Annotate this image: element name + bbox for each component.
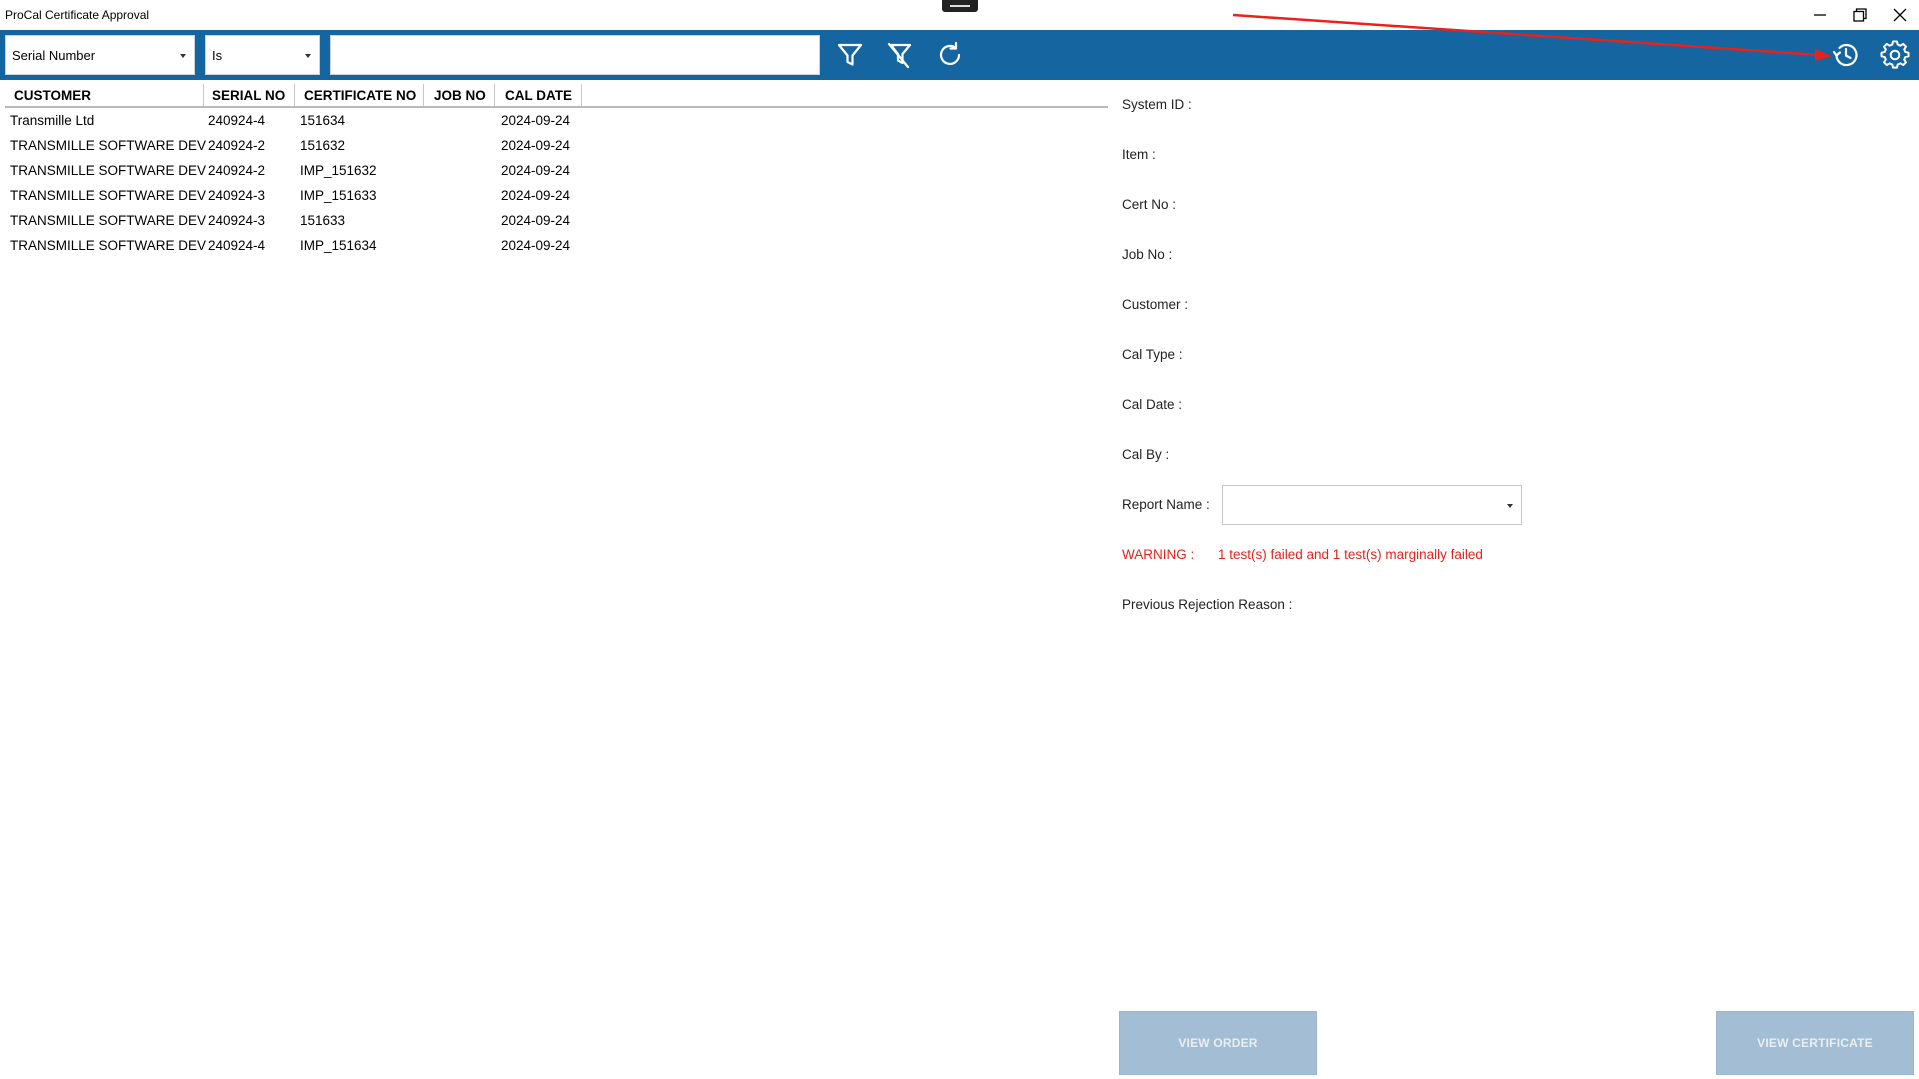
cell-customer: Transmille Ltd xyxy=(10,113,95,128)
clear-filter-button[interactable] xyxy=(884,39,916,71)
cell-customer: TRANSMILLE SOFTWARE DEV xyxy=(10,238,207,253)
filter-icon xyxy=(837,43,863,66)
customer-label: Customer : xyxy=(1122,297,1189,312)
cal-by-label: Cal By : xyxy=(1122,447,1170,462)
cal-type-label: Cal Type : xyxy=(1122,347,1183,362)
warning-label: WARNING : xyxy=(1122,547,1195,562)
cell-serial-no: 240924-2 xyxy=(208,163,266,178)
close-button[interactable] xyxy=(1880,0,1919,30)
cell-certificate-no: 151634 xyxy=(300,113,346,128)
table-row[interactable]: TRANSMILLE SOFTWARE DEV 240924-3 151633 … xyxy=(5,208,1108,233)
certificate-table: CUSTOMER SERIAL NO CERTIFICATE NO JOB NO… xyxy=(5,84,1108,258)
window-title: ProCal Certificate Approval xyxy=(5,8,150,22)
cell-cal-date: 2024-09-24 xyxy=(501,163,571,178)
close-icon xyxy=(1893,8,1907,22)
cell-certificate-no: 151632 xyxy=(300,138,346,153)
restore-icon xyxy=(1853,8,1867,22)
clear-filter-icon xyxy=(887,42,912,69)
column-header-customer[interactable]: CUSTOMER xyxy=(5,84,204,106)
warning-message: 1 test(s) failed and 1 test(s) marginall… xyxy=(1218,547,1483,562)
cell-serial-no: 240924-3 xyxy=(208,188,266,203)
column-header-certificate-no[interactable]: CERTIFICATE NO xyxy=(295,84,424,106)
table-row[interactable]: Transmille Ltd 240924-4 151634 2024-09-2… xyxy=(5,108,1108,133)
table-row[interactable]: TRANSMILLE SOFTWARE DEV 240924-2 151632 … xyxy=(5,133,1108,158)
restore-button[interactable] xyxy=(1840,0,1880,30)
table-row[interactable]: TRANSMILLE SOFTWARE DEV 240924-2 IMP_151… xyxy=(5,158,1108,183)
view-order-button[interactable]: VIEW ORDER xyxy=(1119,1011,1317,1075)
history-button[interactable] xyxy=(1830,39,1862,71)
cell-customer: TRANSMILLE SOFTWARE DEV xyxy=(10,213,207,228)
toolbar: Serial Number Is xyxy=(0,30,1919,80)
cell-certificate-no: IMP_151632 xyxy=(300,163,377,178)
table-row[interactable]: TRANSMILLE SOFTWARE DEV 240924-4 IMP_151… xyxy=(5,233,1108,258)
cell-customer: TRANSMILLE SOFTWARE DEV xyxy=(10,163,207,178)
column-header-cal-date[interactable]: CAL DATE xyxy=(495,84,582,106)
column-header-job-no[interactable]: JOB NO xyxy=(424,84,495,106)
cell-cal-date: 2024-09-24 xyxy=(501,238,571,253)
cell-customer: TRANSMILLE SOFTWARE DEV xyxy=(10,138,207,153)
column-header-serial-no[interactable]: SERIAL NO xyxy=(204,84,295,106)
cell-cal-date: 2024-09-24 xyxy=(501,113,571,128)
cell-serial-no: 240924-4 xyxy=(208,113,266,128)
cell-serial-no: 240924-2 xyxy=(208,138,266,153)
cell-certificate-no: 151633 xyxy=(300,213,346,228)
refresh-icon xyxy=(939,41,961,66)
table-row[interactable]: TRANSMILLE SOFTWARE DEV 240924-3 IMP_151… xyxy=(5,183,1108,208)
cell-serial-no: 240924-4 xyxy=(208,238,266,253)
cert-no-label: Cert No : xyxy=(1122,197,1177,212)
filter-value-input[interactable] xyxy=(330,35,820,75)
minimize-button[interactable] xyxy=(1800,0,1840,30)
history-icon xyxy=(1832,43,1858,67)
filter-field-select[interactable]: Serial Number xyxy=(5,35,195,75)
window-drag-handle[interactable] xyxy=(942,0,978,12)
filter-operator-select[interactable]: Is xyxy=(205,35,320,75)
cell-serial-no: 240924-3 xyxy=(208,213,266,228)
filter-operator-value: Is xyxy=(212,48,223,63)
title-bar: ProCal Certificate Approval xyxy=(0,0,1919,30)
apply-filter-button[interactable] xyxy=(834,39,866,71)
minimize-icon xyxy=(1814,14,1826,16)
chevron-down-icon xyxy=(305,54,311,58)
system-id-label: System ID : xyxy=(1122,97,1192,112)
cell-certificate-no: IMP_151634 xyxy=(300,238,377,253)
chevron-down-icon xyxy=(180,54,186,58)
cell-cal-date: 2024-09-24 xyxy=(501,188,571,203)
cal-date-label: Cal Date : xyxy=(1122,397,1183,412)
refresh-button[interactable] xyxy=(934,39,966,71)
cell-cal-date: 2024-09-24 xyxy=(501,213,571,228)
cell-cal-date: 2024-09-24 xyxy=(501,138,571,153)
job-no-label: Job No : xyxy=(1122,247,1173,262)
previous-rejection-label: Previous Rejection Reason : xyxy=(1122,597,1293,612)
report-name-select[interactable] xyxy=(1222,485,1522,525)
item-label: Item : xyxy=(1122,147,1156,162)
cell-certificate-no: IMP_151633 xyxy=(300,188,377,203)
table-header: CUSTOMER SERIAL NO CERTIFICATE NO JOB NO… xyxy=(5,84,1108,108)
filter-field-value: Serial Number xyxy=(12,48,96,63)
settings-button[interactable] xyxy=(1879,39,1911,71)
report-name-label: Report Name : xyxy=(1122,497,1210,512)
view-certificate-button[interactable]: VIEW CERTIFICATE xyxy=(1716,1011,1914,1075)
cell-customer: TRANSMILLE SOFTWARE DEV xyxy=(10,188,207,203)
gear-icon xyxy=(1880,40,1910,69)
chevron-down-icon xyxy=(1507,504,1513,508)
